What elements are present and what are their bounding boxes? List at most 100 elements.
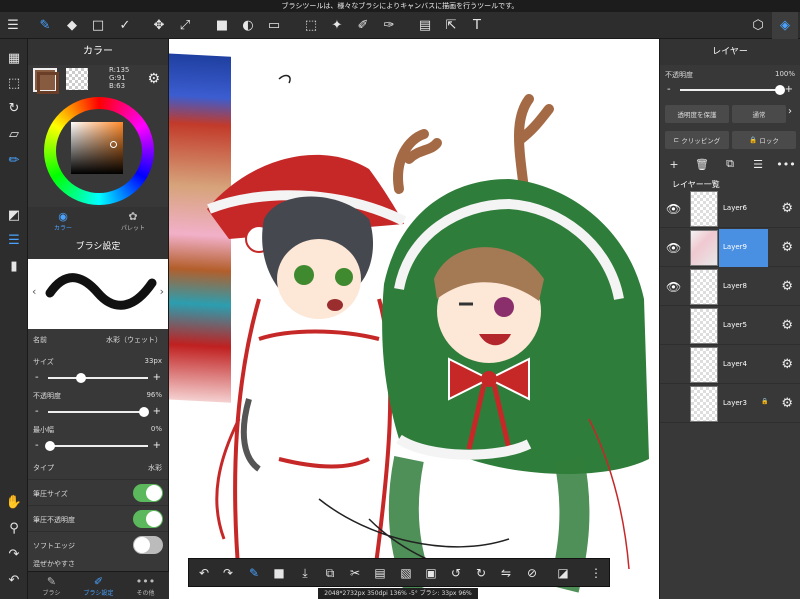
color-panel-icon[interactable]: ◩ [2,204,26,226]
layer-opacity-slider[interactable]: - + [660,83,800,97]
layer-more-icon[interactable]: ••• [776,156,795,172]
opacity-minus-icon[interactable]: - [35,406,39,417]
size-minus-icon[interactable]: - [35,372,39,383]
fill-icon[interactable]: ▣ [420,562,442,584]
min-width-plus-icon[interactable]: + [153,440,161,451]
redo-icon[interactable]: ↷ [2,543,26,565]
eye-icon[interactable]: 👁 [666,241,681,255]
opacity-slider-knob[interactable] [139,407,149,417]
paste-icon[interactable]: ▤ [369,562,391,584]
pressure-opacity-toggle[interactable] [133,510,163,528]
save-download-icon[interactable]: ⤓ [294,562,316,584]
layer-gear-icon[interactable]: ⚙ [781,279,793,294]
tab-other[interactable]: ••• その他 [122,572,169,599]
undo-icon[interactable]: ↶ [2,569,26,591]
brush-quick-icon[interactable]: ✎ [243,562,265,584]
shape-tool-icon[interactable]: □ [85,12,111,39]
undo-button-icon[interactable]: ↶ [193,562,215,584]
size-slider-knob[interactable] [76,373,86,383]
brush-settings-icon[interactable]: ☰ [2,229,26,251]
min-width-slider-knob[interactable] [45,441,55,451]
layer-row[interactable]: Layer4 ⚙ [660,346,800,384]
layer-row[interactable]: Layer5 ⚙ [660,307,800,345]
rotate-right-icon[interactable]: ↻ [470,562,492,584]
opacity-slider-track[interactable] [48,407,149,417]
opacity-slider[interactable]: - + [28,405,168,419]
layer-row[interactable]: Layer3 🔒 ⚙ [660,385,800,423]
add-layer-icon[interactable]: + [665,156,683,172]
layer-gear-icon[interactable]: ⚙ [781,240,793,255]
grip-icon[interactable]: ⋮ [585,562,607,584]
min-width-minus-icon[interactable]: - [35,440,39,451]
color-settings-gear-icon[interactable]: ⚙ [147,71,160,87]
layer-gear-icon[interactable]: ⚙ [781,318,793,333]
layer-row[interactable]: 👁 Layer8 ⚙ [660,268,800,306]
brush-tool-icon[interactable]: ✎ [32,12,58,39]
layer-gear-icon[interactable]: ⚙ [781,201,793,216]
tab-palette[interactable]: ✿ パレット [98,207,168,235]
edit-icon[interactable]: ◪ [552,562,574,584]
eye-icon[interactable]: 👁 [666,202,681,216]
blend-mode-button[interactable]: 通常 [732,105,786,123]
move-tool-icon[interactable]: ✥ [146,12,172,39]
text-tool-icon[interactable]: T [464,12,490,39]
clear-icon[interactable]: ▧ [395,562,417,584]
pressure-size-toggle[interactable] [133,484,163,502]
next-brush-icon[interactable]: › [160,285,164,298]
eyedropper-icon[interactable]: ⚲ [2,517,26,539]
layer-gear-icon[interactable]: ⚙ [781,396,793,411]
color-cursor[interactable] [110,141,117,148]
bucket-tool-icon[interactable]: ◐ [235,12,261,39]
main-color-swatch[interactable] [33,68,59,94]
min-width-slider[interactable]: - + [28,439,168,453]
protect-alpha-button[interactable]: 透明度を保護 [665,105,729,123]
copy-icon[interactable]: ⧉ [319,562,341,584]
eraser-tool-icon[interactable]: ◆ [59,12,85,39]
layer-panel-icon[interactable]: ▦ [2,47,26,69]
delete-layer-icon[interactable]: 🗑 [693,156,711,172]
gradient-tool-icon[interactable]: ▭ [261,12,287,39]
saturation-value-box[interactable] [71,122,123,174]
tab-brush[interactable]: ✎ ブラシ [28,572,75,599]
select-pen-icon[interactable]: ✐ [350,12,376,39]
hue-wheel[interactable] [44,97,154,205]
color-quick-icon[interactable]: ■ [268,562,290,584]
selection-icon[interactable]: ⬚ [2,72,26,94]
select-tool-icon[interactable]: ⬚ [298,12,324,39]
layer-gear-icon[interactable]: ⚙ [781,357,793,372]
rotate-left-icon[interactable]: ↺ [445,562,467,584]
layer-opacity-plus-icon[interactable]: + [785,84,793,95]
blend-chevron-icon[interactable]: › [788,106,792,117]
operation-tool-icon[interactable]: ⇱ [438,12,464,39]
hand-tool-icon[interactable]: ✋ [2,491,26,513]
min-width-slider-track[interactable] [45,441,148,451]
redo-button-icon[interactable]: ↷ [217,562,239,584]
materials-strip-icon[interactable]: ▮ [2,255,26,277]
select-eraser-icon[interactable]: ✑ [376,12,402,39]
reset-view-icon[interactable]: ⊘ [521,562,543,584]
canvas-paper[interactable] [169,39,659,599]
materials-icon[interactable]: ⬡ [745,12,771,39]
rotate-icon[interactable]: ↻ [2,97,26,119]
correction-tool-icon[interactable]: ✓ [112,12,138,39]
layer-row[interactable]: 👁 Layer6 ⚙ [660,190,800,228]
sub-color-swatch[interactable] [66,68,88,90]
layer-opacity-knob[interactable] [775,85,785,95]
size-slider[interactable]: - + [28,371,168,385]
magic-wand-icon[interactable]: ✦ [324,12,350,39]
ruler-icon[interactable]: ▱ [2,123,26,145]
soft-edge-toggle[interactable] [133,536,163,554]
brush-type-row[interactable]: タイプ 水彩 [28,453,168,479]
transform-tool-icon[interactable]: ⤢ [172,12,198,39]
cut-icon[interactable]: ✂ [344,562,366,584]
eye-icon[interactable]: 👁 [666,280,681,294]
lock-button[interactable]: 🔒 ロック [732,131,796,149]
flip-icon[interactable]: ⇋ [495,562,517,584]
layer-list-icon[interactable]: ☰ [749,156,767,172]
layer-opacity-slider-track[interactable] [680,85,785,95]
tab-color[interactable]: ◉ カラー [28,207,98,235]
tab-brush-settings[interactable]: ✐ ブラシ設定 [75,572,122,599]
clipping-button[interactable]: ⊏ クリッピング [665,131,729,149]
opacity-plus-icon[interactable]: + [153,406,161,417]
canvas-area[interactable] [169,39,659,599]
